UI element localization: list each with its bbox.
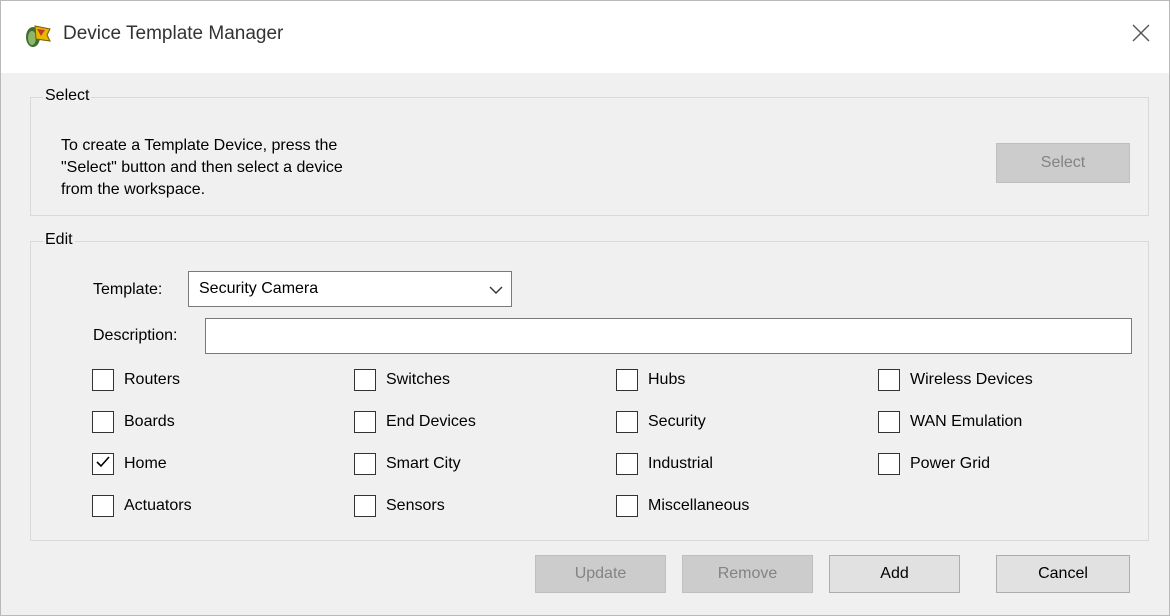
checkbox-home[interactable]: Home	[92, 452, 167, 476]
title-bar: Device Template Manager	[1, 1, 1169, 73]
checkbox-box[interactable]	[878, 453, 900, 475]
instruction-line: "Select" button and then select a device	[61, 159, 343, 176]
checkbox-switches[interactable]: Switches	[354, 368, 450, 392]
checkbox-box[interactable]	[616, 411, 638, 433]
checkbox-label: Hubs	[648, 371, 686, 388]
checkbox-box[interactable]	[92, 495, 114, 517]
checkbox-label: Industrial	[648, 455, 713, 472]
checkbox-label: End Devices	[386, 413, 476, 430]
close-button[interactable]	[1119, 15, 1163, 55]
select-group-legend: Select	[43, 87, 92, 105]
checkbox-hubs[interactable]: Hubs	[616, 368, 685, 392]
description-input[interactable]	[205, 318, 1132, 354]
checkbox-routers[interactable]: Routers	[92, 368, 180, 392]
select-instructions: To create a Template Device, press the "…	[61, 135, 441, 201]
window-title: Device Template Manager	[63, 23, 284, 44]
checkbox-end-devices[interactable]: End Devices	[354, 410, 476, 434]
checkbox-box[interactable]	[354, 411, 376, 433]
select-button[interactable]: Select	[996, 143, 1130, 183]
checkbox-label: Switches	[386, 371, 451, 388]
close-icon	[1131, 23, 1151, 48]
checkbox-box[interactable]	[92, 369, 114, 391]
checkbox-wireless-devices[interactable]: Wireless Devices	[878, 368, 1033, 392]
packet-tracer-icon	[23, 21, 53, 51]
checkbox-label: Wireless Devices	[910, 371, 1033, 388]
template-dropdown-value: Security Camera	[199, 280, 319, 297]
checkbox-label: Power Grid	[910, 455, 991, 472]
checkbox-smart-city[interactable]: Smart City	[354, 452, 461, 476]
checkbox-box[interactable]	[616, 495, 638, 517]
cancel-button[interactable]: Cancel	[996, 555, 1130, 593]
checkbox-box[interactable]	[354, 495, 376, 517]
checkbox-wan-emulation[interactable]: WAN Emulation	[878, 410, 1022, 434]
checkbox-sensors[interactable]: Sensors	[354, 494, 445, 518]
template-label: Template:	[93, 281, 163, 298]
device-template-manager-dialog: Device Template Manager Select To create…	[0, 0, 1170, 616]
checkbox-label: WAN Emulation	[910, 413, 1023, 430]
edit-group-legend: Edit	[43, 231, 75, 249]
checkbox-industrial[interactable]: Industrial	[616, 452, 713, 476]
checkbox-label: Routers	[124, 371, 181, 388]
remove-button[interactable]: Remove	[682, 555, 813, 593]
instruction-line: from the workspace.	[61, 181, 206, 198]
checkbox-box[interactable]	[616, 369, 638, 391]
checkbox-label: Sensors	[386, 497, 445, 514]
checkbox-label: Home	[124, 455, 167, 472]
checkbox-box[interactable]	[92, 411, 114, 433]
checkbox-box[interactable]	[92, 453, 114, 475]
checkbox-miscellaneous[interactable]: Miscellaneous	[616, 494, 749, 518]
checkbox-box[interactable]	[878, 411, 900, 433]
chevron-down-icon	[489, 282, 503, 294]
checkbox-box[interactable]	[616, 453, 638, 475]
checkmark-icon	[95, 454, 111, 475]
description-label: Description:	[93, 327, 178, 344]
checkbox-actuators[interactable]: Actuators	[92, 494, 192, 518]
checkbox-security[interactable]: Security	[616, 410, 706, 434]
instruction-line: To create a Template Device, press the	[61, 137, 338, 154]
checkbox-label: Security	[648, 413, 706, 430]
checkbox-label: Boards	[124, 413, 175, 430]
checkbox-box[interactable]	[354, 453, 376, 475]
add-button[interactable]: Add	[829, 555, 960, 593]
template-dropdown[interactable]: Security Camera	[188, 271, 512, 307]
checkbox-boards[interactable]: Boards	[92, 410, 175, 434]
update-button[interactable]: Update	[535, 555, 666, 593]
checkbox-label: Miscellaneous	[648, 497, 750, 514]
checkbox-power-grid[interactable]: Power Grid	[878, 452, 990, 476]
checkbox-label: Actuators	[124, 497, 192, 514]
checkbox-box[interactable]	[354, 369, 376, 391]
checkbox-box[interactable]	[878, 369, 900, 391]
checkbox-label: Smart City	[386, 455, 461, 472]
